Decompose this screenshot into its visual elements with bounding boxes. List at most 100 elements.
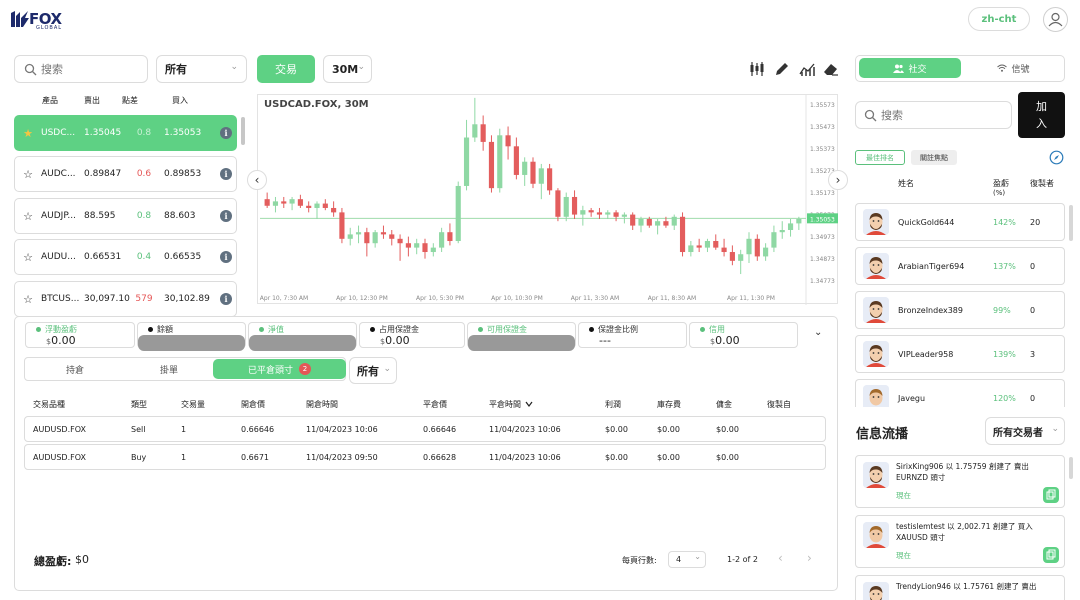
y-tick-label: 1.35173 [810, 190, 835, 197]
tab-closed-positions[interactable]: 已平倉頭寸 2 [213, 359, 346, 379]
candlestick-chart[interactable]: 1.355731.354731.353731.352731.351731.350… [258, 95, 839, 305]
product-row[interactable]: ☆ AUDC... 0.89847 0.6 0.89853 i [14, 156, 237, 192]
eraser-icon[interactable] [823, 61, 839, 77]
copy-trade-icon[interactable] [1043, 547, 1059, 563]
avatar [863, 253, 889, 279]
pencil-draw-icon[interactable] [774, 61, 790, 77]
chip-following[interactable]: 關註焦點 [911, 150, 957, 165]
candlestick-type-icon[interactable] [749, 61, 765, 77]
candle-body [787, 223, 794, 230]
logo[interactable]: FOX GLOBAL [10, 10, 70, 32]
product-bid: 1.35045 [84, 128, 122, 138]
table-header-cell: 交易品種 [33, 400, 65, 409]
trader-row[interactable]: Javegu 120% 0 [855, 379, 1065, 407]
product-bid: 88.595 [84, 211, 116, 221]
candle-body [522, 161, 528, 175]
product-search-input[interactable] [41, 61, 141, 77]
trader-name: QuickGold644 [898, 218, 955, 227]
wifi-signal-icon [997, 64, 1008, 72]
tab-signal[interactable]: 信號 [966, 58, 1061, 78]
rows-per-page-select[interactable]: 4 ⌄ [668, 551, 706, 568]
table-cell: Sell [131, 425, 146, 434]
col-product: 產品 [42, 96, 58, 105]
info-icon[interactable]: i [220, 210, 232, 222]
account-stat-number: --- [599, 334, 611, 347]
product-row[interactable]: ☆ BTCUS... 30,097.10 579 30,102.89 i [14, 281, 237, 317]
candle-body [613, 212, 619, 217]
sort-descending-icon[interactable] [525, 400, 533, 408]
table-header-cell: 開倉價 [241, 400, 265, 409]
star-outline-icon[interactable]: ☆ [15, 210, 41, 223]
feed-item[interactable]: TrendyLion946 以 1.75761 創建了 賣出 [855, 575, 1065, 600]
product-name: USDC... [41, 128, 76, 138]
language-selector[interactable]: zh-cht [968, 7, 1030, 31]
candle-body [704, 241, 711, 248]
product-row[interactable]: ☆ AUDJP... 88.595 0.8 88.603 i [14, 198, 237, 234]
candle-body [472, 124, 478, 138]
star-outline-icon[interactable]: ☆ [15, 168, 41, 181]
join-button-label: 加入 [1036, 100, 1047, 130]
status-dot-icon [259, 327, 264, 332]
table-header-cell: 傭金 [716, 400, 732, 409]
trade-button[interactable]: 交易 [257, 55, 315, 83]
table-row[interactable]: AUDUSD.FOX Sell 1 0.66646 11/04/2023 10:06 0.… [24, 416, 826, 442]
candle-body [272, 201, 279, 206]
feed-item[interactable]: testislemtest 以 2,002.71 創建了 買入 XAUUSD 頭寸… [855, 515, 1065, 568]
prev-page-icon[interactable]: ‹ [778, 551, 783, 565]
positions-filter-select[interactable]: 所有 ⌄ [349, 357, 397, 384]
table-header-cell: 復製自 [767, 400, 791, 409]
table-cell: 0.6671 [241, 453, 269, 462]
feed-item[interactable]: SirixKing906 以 1.75759 創建了 賣出 EURNZD 頭寸 現在 [855, 455, 1065, 508]
info-icon[interactable]: i [220, 168, 232, 180]
compass-icon[interactable] [1049, 150, 1064, 165]
trader-search-box[interactable] [855, 101, 1012, 129]
info-icon[interactable]: i [220, 251, 232, 263]
product-ask: 0.89853 [164, 169, 202, 179]
trader-row[interactable]: BronzeIndex389 99% 0 [855, 291, 1065, 329]
tab-closed-positions-label: 已平倉頭寸 [247, 365, 293, 376]
tab-social[interactable]: 社交 [859, 58, 961, 78]
candle-body [596, 212, 603, 215]
timeframe-select[interactable]: 30M ⌄ [323, 55, 372, 83]
product-spread: 0.8 [136, 211, 152, 221]
product-filter-select[interactable]: 所有 ⌄ [156, 55, 247, 83]
copy-trade-icon[interactable] [1043, 487, 1059, 503]
trader-search-input[interactable] [881, 107, 1001, 123]
chip-best-ranking[interactable]: 最佳排名 [855, 150, 905, 165]
trader-row[interactable]: VIPLeader958 139% 3 [855, 335, 1065, 373]
chart-scroll-left-button[interactable]: ‹ [247, 170, 267, 190]
trader-row[interactable]: ArabianTiger694 137% 0 [855, 247, 1065, 285]
info-icon[interactable]: i [220, 293, 232, 305]
feed-filter-select[interactable]: 所有交易者 ⌄ [985, 417, 1065, 445]
candle-body [779, 229, 785, 233]
candle-body [439, 232, 445, 248]
price-chart[interactable]: USDCAD.FOX, 30M 1.35573 1.35473 1.35373 1.3… [257, 94, 839, 305]
join-button[interactable]: 加入 [1018, 92, 1065, 138]
star-outline-icon[interactable]: ☆ [15, 293, 41, 306]
next-page-icon[interactable]: › [807, 551, 812, 565]
table-header-cell[interactable]: 平倉時間 [489, 399, 521, 410]
table-row[interactable]: AUDUSD.FOX Buy 1 0.6671 11/04/2023 09:50 0.66… [24, 444, 826, 470]
tab-positions[interactable]: 持倉 [25, 358, 125, 380]
star-filled-icon[interactable]: ★ [15, 127, 41, 140]
account-stat: 浮動盈虧 $0.00 [25, 322, 135, 348]
feed-scrollbar[interactable] [1069, 457, 1073, 479]
account-stat: 信用 $0.00 [689, 322, 798, 348]
product-search-box[interactable] [14, 55, 148, 83]
ranking-scrollbar[interactable] [1069, 205, 1073, 241]
product-row[interactable]: ☆ AUDU... 0.66531 0.4 0.66535 i [14, 239, 237, 275]
user-account-button[interactable] [1043, 7, 1068, 32]
search-icon [24, 63, 37, 76]
trader-row[interactable]: QuickGold644 142% 20 [855, 203, 1065, 241]
star-outline-icon[interactable]: ☆ [15, 251, 41, 264]
col-trader-profit-unit: (%) [993, 189, 1006, 197]
table-header-cell: 利潤 [605, 400, 621, 409]
product-list-scrollbar[interactable] [241, 117, 245, 145]
tab-pending-orders[interactable]: 掛單 [119, 358, 219, 380]
indicators-icon[interactable] [799, 61, 815, 77]
chart-scroll-right-button[interactable]: › [828, 170, 848, 190]
product-row[interactable]: ★ USDC... 1.35045 0.8 1.35053 i [14, 115, 237, 151]
y-tick-label: 1.35473 [810, 124, 835, 131]
info-icon[interactable]: i [220, 127, 232, 139]
chevron-down-icon[interactable]: ⌄ [814, 327, 822, 338]
